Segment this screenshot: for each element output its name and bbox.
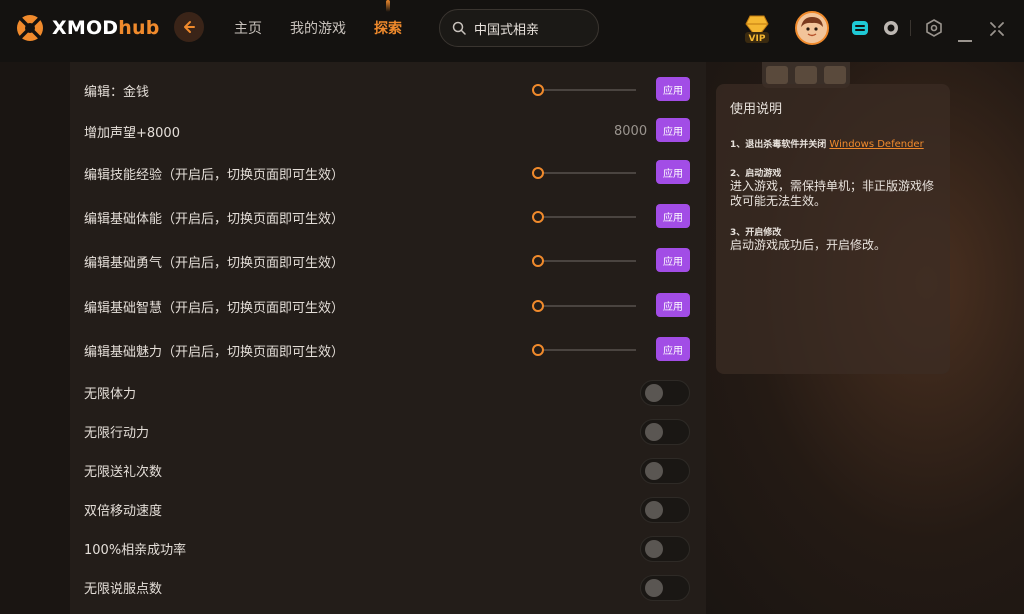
step-3-body: 启动游戏成功后，开启修改。	[730, 238, 887, 252]
toggle-knob	[645, 384, 663, 402]
cheat-label: 增加声望+8000	[84, 125, 180, 141]
cheat-label: 编辑技能经验（开启后，切换页面即可生效）	[84, 167, 345, 183]
cheat-row-wisdom: 编辑基础智慧（开启后，切换页面即可生效） 应用	[84, 291, 694, 321]
vip-label: VIP	[749, 34, 766, 44]
cheat-label: 无限行动力	[84, 425, 150, 441]
toggle-knob	[645, 501, 663, 519]
slider-handle[interactable]	[532, 211, 544, 223]
slider-handle[interactable]	[532, 255, 544, 267]
apply-button[interactable]: 应用	[656, 160, 690, 184]
windows-defender-link[interactable]: Windows Defender	[829, 139, 923, 150]
step-2-title: 2、启动游戏	[730, 169, 782, 179]
nav-item-explore[interactable]: 探索	[374, 0, 402, 38]
cheat-label: 无限送礼次数	[84, 464, 163, 480]
chat-icon[interactable]	[851, 19, 869, 41]
divider	[910, 20, 911, 36]
cheat-label: 无限体力	[84, 386, 137, 402]
toggle-knob	[645, 462, 663, 480]
cheat-row-skill-exp: 编辑技能经验（开启后，切换页面即可生效） 应用	[84, 158, 694, 188]
toggle-switch[interactable]	[640, 419, 690, 445]
cheat-row-reputation: 增加声望+8000 8000 应用	[84, 116, 694, 146]
cheat-row-double-speed: 双倍移动速度	[84, 494, 694, 524]
cheat-row-money: 编辑：金钱 应用	[84, 75, 694, 105]
arrow-left-icon	[184, 21, 195, 33]
value-slider[interactable]	[532, 255, 636, 267]
app-logo[interactable]: XMODhub	[16, 14, 160, 42]
value-slider[interactable]	[532, 344, 636, 356]
main-nav: 主页 我的游戏 探索	[234, 0, 430, 38]
cheat-label: 编辑基础勇气（开启后，切换页面即可生效）	[84, 255, 345, 271]
logo-text: XMODhub	[52, 17, 160, 39]
toggle-switch[interactable]	[640, 458, 690, 484]
xmod-logo-icon	[16, 14, 44, 42]
apply-button[interactable]: 应用	[656, 293, 690, 317]
step-1: 1、退出杀毒软件并关闭 Windows Defender	[730, 139, 924, 150]
notification-bell-icon[interactable]	[883, 19, 899, 41]
nav-item-home[interactable]: 主页	[234, 18, 262, 38]
value-slider[interactable]	[532, 167, 636, 179]
apply-button[interactable]: 应用	[656, 77, 690, 101]
cheat-row-persuasion: 无限说服点数	[84, 572, 694, 602]
vip-badge[interactable]: VIP	[740, 12, 774, 46]
toggle-knob	[645, 540, 663, 558]
cheat-label: 编辑基础魅力（开启后，切换页面即可生效）	[84, 344, 345, 360]
toggle-switch[interactable]	[640, 575, 690, 601]
cheat-row-infinite-action: 无限行动力	[84, 416, 694, 446]
search-icon	[452, 21, 466, 35]
search-box[interactable]	[439, 9, 599, 47]
top-bar: XMODhub 主页 我的游戏 探索 VIP	[0, 0, 1024, 62]
slider-handle[interactable]	[532, 344, 544, 356]
toggle-switch[interactable]	[640, 497, 690, 523]
settings-icon[interactable]	[926, 19, 942, 41]
apply-button[interactable]: 应用	[656, 118, 690, 142]
step-3-title: 3、开启修改	[730, 228, 782, 238]
apply-button[interactable]: 应用	[656, 204, 690, 228]
cheat-label: 无限说服点数	[84, 581, 163, 597]
value-slider[interactable]	[532, 300, 636, 312]
slider-handle[interactable]	[532, 84, 544, 96]
thumbnail	[794, 66, 817, 84]
instructions-title: 使用说明	[730, 102, 783, 117]
close-icon[interactable]	[990, 21, 1004, 40]
cheat-row-charm: 编辑基础魅力（开启后，切换页面即可生效） 应用	[84, 335, 694, 365]
apply-button[interactable]: 应用	[656, 248, 690, 272]
cheat-row-success-rate: 100%相亲成功率	[84, 533, 694, 563]
cheat-row-infinite-stamina: 无限体力	[84, 377, 694, 407]
step-2-body: 进入游戏，需保持单机；非正版游戏修改可能无法生效。	[730, 179, 935, 208]
value-slider[interactable]	[532, 84, 636, 96]
back-button[interactable]	[174, 12, 204, 42]
cheat-label: 编辑：金钱	[84, 84, 150, 100]
cheat-row-stamina: 编辑基础体能（开启后，切换页面即可生效） 应用	[84, 202, 694, 232]
value-slider[interactable]	[532, 211, 636, 223]
cheat-label: 100%相亲成功率	[84, 542, 187, 558]
instructions-card: 使用说明 1、退出杀毒软件并关闭 Windows Defender 2、启动游戏…	[716, 84, 950, 374]
toggle-switch[interactable]	[640, 536, 690, 562]
thumbnail	[824, 66, 847, 84]
toggle-knob	[645, 423, 663, 441]
apply-button[interactable]: 应用	[656, 337, 690, 361]
user-avatar[interactable]	[795, 11, 829, 45]
slider-handle[interactable]	[532, 300, 544, 312]
search-input[interactable]	[474, 20, 584, 36]
thumbnail	[765, 66, 788, 84]
value-readout: 8000	[614, 123, 648, 139]
cheat-row-courage: 编辑基础勇气（开启后，切换页面即可生效） 应用	[84, 246, 694, 276]
slider-handle[interactable]	[532, 167, 544, 179]
nav-item-my-games[interactable]: 我的游戏	[290, 18, 346, 38]
cheat-label: 编辑基础智慧（开启后，切换页面即可生效）	[84, 300, 345, 316]
toggle-switch[interactable]	[640, 380, 690, 406]
minimize-icon[interactable]	[958, 27, 972, 46]
cheat-label: 双倍移动速度	[84, 503, 163, 519]
toggle-knob	[645, 579, 663, 597]
cheat-row-infinite-gifts: 无限送礼次数	[84, 455, 694, 485]
cheat-label: 编辑基础体能（开启后，切换页面即可生效）	[84, 211, 345, 227]
